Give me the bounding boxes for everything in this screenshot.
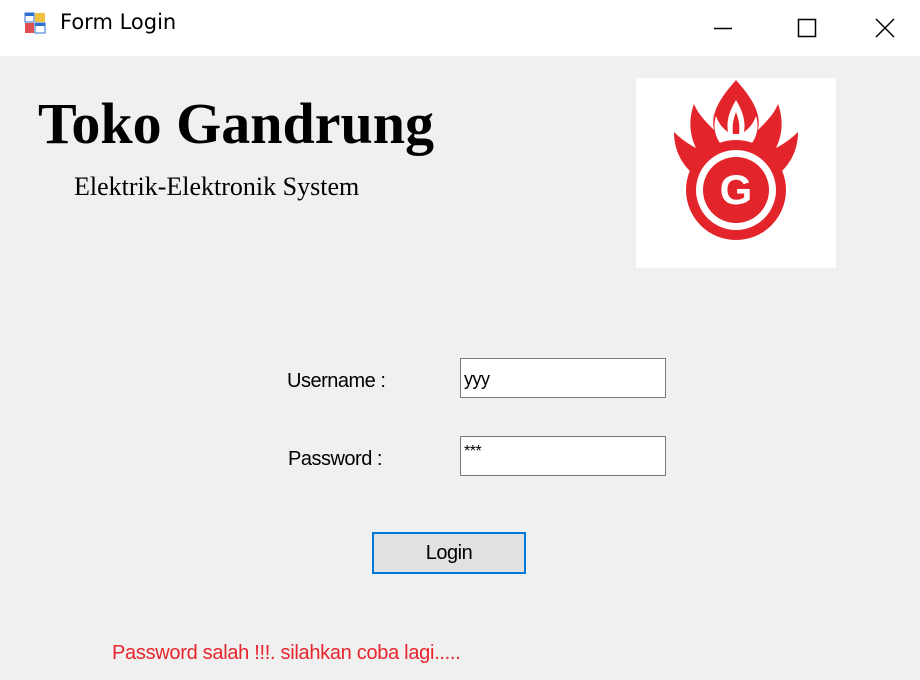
logo-letter: G: [720, 166, 753, 213]
password-label: Password :: [288, 448, 382, 470]
app-subtitle: Elektrik-Elektronik System: [74, 172, 360, 201]
form-client-area: Toko Gandrung Elektrik-Elektronik System…: [0, 56, 920, 680]
window-title: Form Login: [60, 10, 177, 34]
minimize-button[interactable]: [688, 0, 758, 56]
password-input[interactable]: ***: [460, 436, 666, 476]
form-icon: [24, 12, 46, 34]
close-button[interactable]: [850, 0, 920, 56]
minimize-icon: [714, 27, 732, 30]
username-input[interactable]: yyy: [460, 358, 666, 398]
title-bar: Form Login: [0, 0, 920, 56]
app-name-heading: Toko Gandrung: [38, 91, 435, 156]
flame-g-logo-icon: G: [674, 80, 798, 240]
maximize-button[interactable]: [772, 0, 842, 56]
maximize-icon: [797, 18, 817, 38]
logo-picture: G: [636, 78, 836, 268]
close-icon: [875, 18, 895, 38]
login-button[interactable]: Login: [372, 532, 526, 574]
username-label: Username :: [287, 370, 386, 392]
error-message: Password salah !!!. silahkan coba lagi..…: [112, 642, 461, 664]
